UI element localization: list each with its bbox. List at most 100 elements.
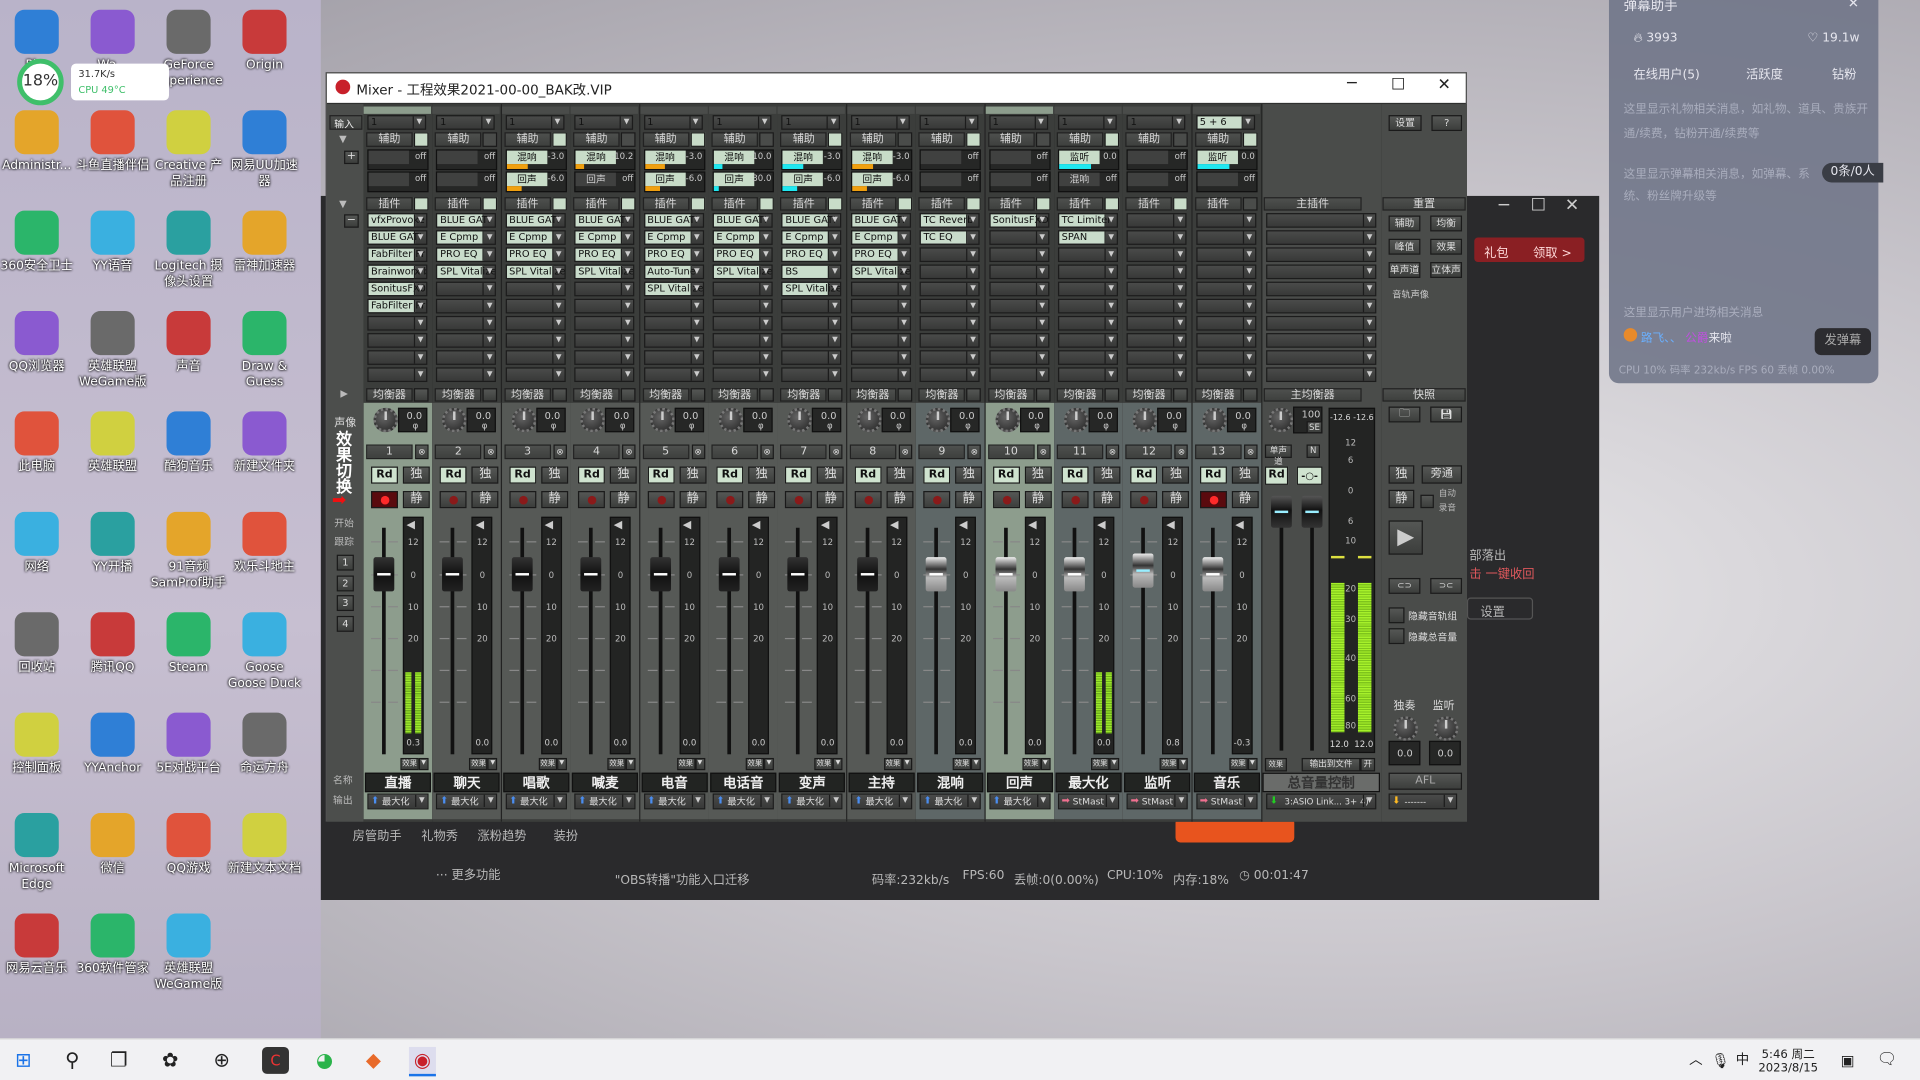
chevron-down-icon[interactable]: ▼ (1035, 317, 1047, 330)
channel-menu-icon[interactable]: ⊗ (1243, 444, 1258, 460)
folder-icon[interactable]: 🗀︎ (1388, 406, 1421, 423)
mute-button[interactable]: 静 (679, 491, 707, 509)
chevron-down-icon[interactable]: ▼ (1241, 116, 1253, 129)
chevron-down-icon[interactable]: ▼ (1173, 231, 1186, 244)
chevron-down-icon[interactable]: ▼ (553, 794, 565, 807)
plugin-slot[interactable]: BLUE GATI ▼ (505, 213, 566, 228)
plugin-slot-empty[interactable]: ▼ (436, 350, 497, 365)
chevron-down-icon[interactable]: ▼ (482, 300, 495, 313)
aux-send-2[interactable]: 回声 -6.0 (643, 171, 705, 193)
play-button[interactable]: ▶ (1388, 520, 1423, 555)
aux-send-2[interactable]: off (367, 171, 429, 193)
desktop-icon[interactable]: 网易UU加速器 (227, 110, 303, 190)
fx-menu-icon[interactable]: ▼ (902, 757, 912, 771)
eq-toggle[interactable] (966, 388, 982, 402)
plugin-slot-empty[interactable]: ▼ (367, 315, 428, 331)
chevron-down-icon[interactable]: ▼ (413, 334, 426, 347)
claim-button[interactable]: 领取 > (1533, 242, 1572, 260)
chevron-down-icon[interactable]: ▼ (551, 231, 564, 244)
chevron-down-icon[interactable]: ▼ (897, 334, 909, 347)
plugin-slot-empty[interactable]: ▼ (643, 350, 704, 365)
chevron-down-icon[interactable]: ▼ (897, 214, 909, 227)
monitor-knob[interactable] (1433, 716, 1459, 741)
link-icon[interactable]: ⊂⊃ (1388, 577, 1421, 594)
master-plugin-slot[interactable]: ▼ (1266, 298, 1377, 314)
speaker-icon[interactable]: ◀ (407, 519, 415, 531)
chevron-down-icon[interactable]: ▼ (1104, 334, 1116, 347)
chevron-down-icon[interactable]: ▼ (1242, 282, 1255, 296)
chevron-down-icon[interactable]: ▼ (550, 116, 563, 129)
plugin-slot-empty[interactable]: ▼ (436, 367, 497, 383)
chevron-down-icon[interactable]: ▼ (1242, 248, 1255, 261)
record-button[interactable] (992, 491, 1020, 509)
input-select[interactable]: 1 ▼ (1127, 115, 1186, 130)
mute-button[interactable]: 静 (1162, 491, 1190, 509)
chevron-down-icon[interactable]: ▼ (482, 231, 495, 244)
chevron-down-icon[interactable]: ▼ (1172, 116, 1184, 129)
aux-send-2[interactable]: off (436, 171, 498, 193)
reset-button-0[interactable]: 辅助 (1388, 215, 1421, 232)
desktop-icon[interactable]: 控制面板 (0, 712, 75, 777)
master-plugin-slot[interactable]: ▼ (1266, 333, 1377, 348)
chevron-down-icon[interactable]: ▼ (1105, 794, 1118, 807)
chevron-down-icon[interactable]: ▼ (1173, 317, 1186, 330)
plugin-slot[interactable]: PRO EQ ▼ (436, 247, 497, 263)
chevron-down-icon[interactable]: ▼ (690, 334, 702, 347)
pan-knob[interactable] (1202, 407, 1227, 433)
chevron-down-icon[interactable]: ▼ (690, 231, 702, 244)
mixer-taskbar-icon[interactable]: ◉ (408, 1046, 436, 1077)
plugin-slot-empty[interactable]: ▼ (1057, 264, 1118, 280)
chevron-down-icon[interactable]: ▼ (621, 248, 633, 261)
phase-icon[interactable]: φ (758, 421, 764, 431)
aux-toggle[interactable] (551, 132, 567, 147)
side-output-select[interactable]: ⬇ ------- ▼ (1388, 793, 1458, 810)
aux-send-1[interactable]: off (367, 149, 429, 171)
link-button[interactable]: -○- (1296, 466, 1323, 485)
input-select[interactable]: 1 ▼ (712, 115, 772, 130)
chevron-down-icon[interactable]: ▼ (1104, 317, 1116, 330)
fx-menu-icon[interactable]: ▼ (1178, 757, 1189, 771)
chevron-down-icon[interactable]: ▼ (690, 368, 702, 381)
desktop-icon[interactable]: YY开播 (75, 511, 151, 576)
speaker-icon[interactable]: ◀ (890, 519, 898, 531)
chevron-down-icon[interactable]: ▼ (551, 334, 564, 347)
aux-send-1[interactable]: 混响 -3.0 (643, 149, 705, 171)
plugin-slot[interactable]: SPL Vitalize ▼ (850, 264, 911, 280)
plugin-toggle[interactable] (690, 197, 705, 211)
plugin-slot-empty[interactable]: ▼ (850, 281, 911, 297)
master-plugin-slot[interactable]: ▼ (1266, 315, 1377, 331)
chevron-down-icon[interactable]: ▼ (1104, 231, 1116, 244)
chevron-down-icon[interactable]: ▼ (688, 116, 701, 129)
fx-button[interactable]: 效果 (1021, 757, 1041, 771)
solo-button[interactable]: 独 (471, 466, 499, 484)
chevron-down-icon[interactable]: ▼ (482, 368, 495, 381)
desktop-icon[interactable]: 斗鱼直播伴侣 (75, 110, 151, 174)
pan-knob[interactable] (718, 407, 744, 433)
eq-toggle[interactable] (1104, 388, 1120, 402)
more-features[interactable]: ··· 更多功能 (436, 864, 501, 882)
chevron-down-icon[interactable]: ▼ (759, 265, 771, 278)
output-select[interactable]: ➡ StMast ▼ (1196, 793, 1258, 810)
plugin-toggle[interactable] (1242, 197, 1258, 211)
aux-toggle[interactable] (966, 132, 982, 147)
chevron-down-icon[interactable]: ▼ (1173, 351, 1186, 364)
chevron-down-icon[interactable]: ▼ (759, 282, 771, 296)
solo-button[interactable]: 独 (886, 466, 914, 484)
aux-send-2[interactable]: 混响 off (1057, 171, 1120, 193)
pan-knob[interactable] (373, 407, 398, 433)
record-button[interactable] (440, 491, 468, 509)
fx-button[interactable]: 效果 (400, 757, 419, 771)
chevron-down-icon[interactable]: ▼ (828, 368, 840, 381)
solo-button[interactable]: 独 (1231, 466, 1259, 484)
group-button-1[interactable]: 1 (336, 554, 354, 571)
record-button[interactable] (1061, 491, 1089, 509)
fx-menu-icon[interactable]: ▼ (556, 757, 567, 771)
fader-handle[interactable] (580, 557, 602, 592)
app-icon[interactable]: ✿ (157, 1047, 184, 1074)
chevron-down-icon[interactable]: ▼ (1035, 368, 1047, 381)
chevron-down-icon[interactable]: ▼ (1035, 231, 1047, 244)
read-button[interactable]: Rd (509, 466, 537, 484)
tray-expand-icon[interactable]: ︿ (1682, 1047, 1709, 1074)
chevron-down-icon[interactable]: ▼ (551, 282, 564, 296)
plugin-slot[interactable]: Brainworx b ▼ (367, 264, 428, 280)
